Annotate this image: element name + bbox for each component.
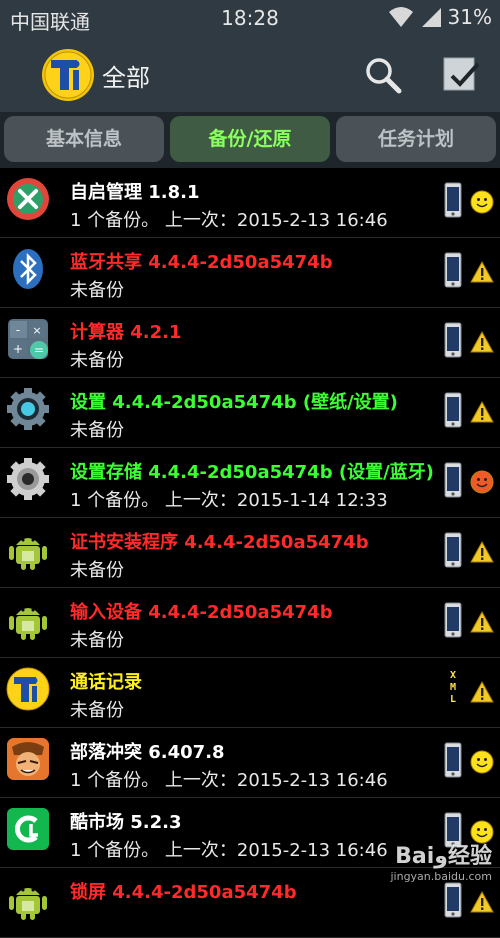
backup-info: 未备份 bbox=[70, 350, 124, 371]
signal-icon bbox=[421, 8, 441, 27]
backup-info: 未备份 bbox=[70, 420, 124, 441]
titanium-backup-logo[interactable] bbox=[41, 48, 95, 102]
app-name: 通话记录 bbox=[70, 672, 142, 693]
app-name: 部落冲突 6.407.8 bbox=[70, 742, 225, 763]
status-bar: 中国联通 18:28 31% bbox=[0, 0, 500, 36]
warning-icon bbox=[470, 330, 494, 353]
tab-bar: 基本信息 备份/还原 任务计划 bbox=[0, 112, 500, 168]
backed-up-smiley-icon bbox=[470, 190, 494, 214]
app-name: 设置 4.4.4-2d50a5474b (壁纸/设置) bbox=[70, 392, 398, 413]
app-name: 证书安装程序 4.4.4-2d50a5474b bbox=[70, 532, 369, 553]
app-name: 计算器 4.2.1 bbox=[70, 322, 182, 343]
device-storage-icon bbox=[444, 602, 462, 638]
app-row[interactable]: = - × + 计算器 4.2.1 未备份 bbox=[0, 308, 500, 378]
outdated-backup-icon bbox=[470, 470, 494, 494]
batch-select-icon[interactable] bbox=[440, 52, 482, 96]
device-storage-icon bbox=[444, 182, 462, 218]
backup-info: 未备份 bbox=[70, 280, 124, 301]
search-icon[interactable] bbox=[362, 54, 404, 96]
device-storage-icon bbox=[444, 462, 462, 498]
app-row[interactable]: 证书安装程序 4.4.4-2d50a5474b 未备份 bbox=[0, 518, 500, 588]
backup-info: 1 个备份。 上一次：2015-2-13 16:46 bbox=[70, 840, 388, 861]
backup-info: 1 个备份。 上一次：2015-1-14 12:33 bbox=[70, 490, 388, 511]
warning-icon bbox=[470, 610, 494, 633]
watermark-brand: Baiو经验 bbox=[395, 844, 492, 869]
svg-text:=: = bbox=[34, 343, 44, 357]
app-row[interactable]: 设置存储 4.4.4-2d50a5474b (设置/蓝牙) 1 个备份。 上一次：… bbox=[0, 448, 500, 518]
backup-info: 未备份 bbox=[70, 630, 124, 651]
app-row[interactable]: 设置 4.4.4-2d50a5474b (壁纸/设置) 未备份 bbox=[0, 378, 500, 448]
app-name: 设置存储 4.4.4-2d50a5474b (设置/蓝牙) bbox=[70, 462, 434, 483]
watermark: Baiو经验 jingyan.baidu.com bbox=[390, 838, 492, 883]
backup-info: 1 个备份。 上一次：2015-2-13 16:46 bbox=[70, 210, 388, 231]
warning-icon bbox=[470, 400, 494, 423]
filter-title[interactable]: 全部 bbox=[102, 58, 150, 93]
watermark-url: jingyan.baidu.com bbox=[390, 870, 492, 883]
warning-icon bbox=[470, 680, 494, 703]
app-name: 锁屏 4.4.4-2d50a5474b bbox=[70, 882, 297, 903]
app-name: 酷市场 5.2.3 bbox=[70, 812, 182, 833]
svg-text:+: + bbox=[13, 342, 23, 356]
app-row[interactable]: 蓝牙共享 4.4.4-2d50a5474b 未备份 bbox=[0, 238, 500, 308]
device-storage-icon bbox=[444, 742, 462, 778]
app-list: 自启管理 1.8.1 1 个备份。 上一次：2015-2-13 16:46 蓝牙共享… bbox=[0, 168, 500, 938]
device-storage-icon bbox=[444, 882, 462, 918]
app-name: 蓝牙共享 4.4.4-2d50a5474b bbox=[70, 252, 333, 273]
backed-up-smiley-icon bbox=[470, 750, 494, 774]
app-name: 自启管理 1.8.1 bbox=[70, 182, 200, 203]
app-row[interactable]: 通话记录未备份 X M L bbox=[0, 658, 500, 728]
tab-backup-restore[interactable]: 备份/还原 bbox=[170, 116, 330, 162]
wifi-icon bbox=[388, 7, 413, 27]
app-row[interactable]: 自启管理 1.8.1 1 个备份。 上一次：2015-2-13 16:46 bbox=[0, 168, 500, 238]
action-bar: 全部 bbox=[0, 36, 500, 112]
device-storage-icon bbox=[444, 392, 462, 428]
app-row[interactable]: 部落冲突 6.407.8 1 个备份。 上一次：2015-2-13 16:46 bbox=[0, 728, 500, 798]
svg-text:×: × bbox=[32, 324, 41, 337]
tab-basic-info[interactable]: 基本信息 bbox=[4, 116, 164, 162]
backup-info: 未备份 bbox=[70, 700, 124, 721]
tab-schedule[interactable]: 任务计划 bbox=[336, 116, 496, 162]
backup-info: 未备份 bbox=[70, 560, 124, 581]
app-row[interactable]: 输入设备 4.4.4-2d50a5474b 未备份 bbox=[0, 588, 500, 658]
warning-icon bbox=[470, 260, 494, 283]
backup-info: 1 个备份。 上一次：2015-2-13 16:46 bbox=[70, 770, 388, 791]
device-storage-icon bbox=[444, 532, 462, 568]
device-storage-icon bbox=[444, 252, 462, 288]
svg-text:-: - bbox=[16, 323, 20, 337]
warning-icon bbox=[470, 540, 494, 563]
xml-storage-icon: XML bbox=[449, 670, 457, 705]
app-name: 输入设备 4.4.4-2d50a5474b bbox=[70, 602, 333, 623]
battery-level: 31% bbox=[447, 5, 492, 29]
device-storage-icon bbox=[444, 322, 462, 358]
warning-icon bbox=[470, 890, 494, 913]
